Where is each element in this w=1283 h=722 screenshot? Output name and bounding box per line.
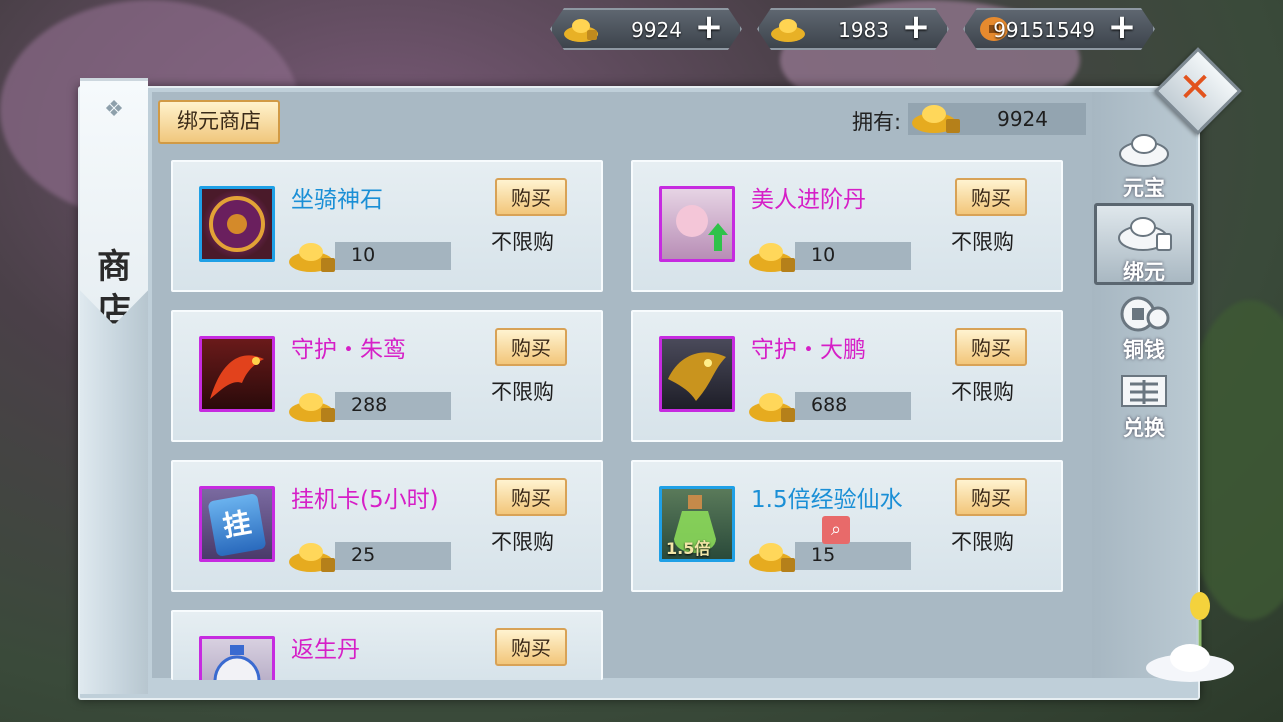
owned-balance: 9924 — [908, 103, 1086, 135]
buy-button[interactable]: 购买 — [495, 328, 567, 366]
item-name: 坐骑神石 — [291, 187, 383, 213]
bound-ingot-icon — [749, 393, 795, 422]
buy-button[interactable]: 购买 — [955, 328, 1027, 366]
purchase-limit: 不限购 — [951, 380, 1014, 404]
side-tab-copper-coin[interactable]: 铜钱 — [1094, 292, 1194, 362]
roc-icon[interactable] — [659, 336, 735, 412]
exchange-icon — [1121, 375, 1167, 407]
shop-item-card: 坐骑神石 购买 不限购 10 — [171, 160, 603, 292]
side-tab-label: 绑元 — [1123, 260, 1165, 284]
bound-ingot-icon — [749, 243, 795, 272]
item-name: 返生丹 — [291, 637, 360, 663]
shop-title-char: 商 — [97, 247, 131, 287]
gold-ingot-icon — [1119, 134, 1169, 167]
close-icon[interactable]: ✕ — [1175, 66, 1215, 110]
exp-potion-icon[interactable]: 1.5倍 — [659, 486, 735, 562]
bound-ingot-icon — [289, 543, 335, 572]
bound-ingot-icon — [749, 543, 795, 572]
owned-value: 9924 — [997, 107, 1048, 131]
bound-ingot-icon — [289, 393, 335, 422]
item-name: 挂机卡(5小时) — [291, 487, 439, 513]
copper-coin-icon — [1120, 296, 1170, 332]
search-icon[interactable]: ⌕ — [822, 516, 850, 544]
mount-stone-icon[interactable] — [199, 186, 275, 262]
purchase-limit: 不限购 — [951, 230, 1014, 254]
buy-button[interactable]: 购买 — [955, 178, 1027, 216]
add-currency-button[interactable]: + — [901, 13, 931, 43]
item-price: 25 — [351, 544, 376, 566]
currency-gold-ingot: 1983 + — [757, 8, 949, 50]
item-name: 守护・朱鸾 — [291, 337, 406, 363]
own-label: 拥有: — [852, 110, 902, 134]
revive-pill-icon[interactable] — [199, 636, 275, 680]
item-name: 守护・大鹏 — [751, 337, 866, 363]
potion-multiplier-label: 1.5倍 — [666, 539, 711, 558]
shop-item-card: 挂 挂机卡(5小时) 购买 不限购 25 — [171, 460, 603, 592]
item-name: 美人进阶丹 — [751, 187, 866, 213]
purchase-limit: 不限购 — [491, 380, 554, 404]
buy-button[interactable]: 购买 — [955, 478, 1027, 516]
item-price: 288 — [351, 394, 388, 416]
currency-value: 1983 — [838, 18, 889, 42]
item-name: 1.5倍经验仙水 — [751, 487, 903, 513]
bound-ingot-icon — [912, 105, 960, 133]
afk-card-icon[interactable]: 挂 — [199, 486, 275, 562]
bound-ingot-icon — [1118, 217, 1172, 251]
buy-button[interactable]: 购买 — [495, 478, 567, 516]
beauty-pill-icon[interactable] — [659, 186, 735, 262]
add-currency-button[interactable]: + — [694, 13, 724, 43]
currency-value: 9924 — [631, 18, 682, 42]
add-currency-button[interactable]: + — [1107, 13, 1137, 43]
side-tab-label: 兑换 — [1123, 416, 1165, 440]
shop-item-card: 美人进阶丹 购买 不限购 10 — [631, 160, 1063, 292]
side-tab-bound-ingot[interactable]: 绑元 — [1094, 203, 1194, 285]
purchase-limit: 不限购 — [951, 530, 1014, 554]
side-tab-exchange[interactable]: 兑换 — [1094, 370, 1194, 440]
bound-ingot-icon — [562, 14, 600, 44]
item-price: 10 — [351, 244, 376, 266]
lotus-decoration-icon — [1146, 592, 1234, 682]
shop-item-card: 返生丹 购买 — [171, 610, 603, 680]
currency-copper-coin: 99151549 + — [963, 8, 1155, 50]
tab-bound-ingot-shop[interactable]: 绑元商店 — [158, 100, 280, 144]
currency-value: 99151549 — [993, 18, 1095, 42]
item-price: 688 — [811, 394, 848, 416]
phoenix-icon[interactable] — [199, 336, 275, 412]
side-tab-label: 元宝 — [1123, 176, 1165, 200]
purchase-limit: 不限购 — [491, 530, 554, 554]
knot-ornament-icon: ❖ — [104, 97, 124, 122]
afk-card-label: 挂 — [207, 493, 267, 557]
bound-ingot-icon — [289, 243, 335, 272]
buy-button[interactable]: 购买 — [495, 178, 567, 216]
currency-bound-ingot: 9924 + — [550, 8, 742, 50]
gold-ingot-icon — [769, 14, 807, 44]
shop-title-banner: ❖ 商 店 — [80, 78, 148, 325]
side-tab-gold-ingot[interactable]: 元宝 — [1094, 124, 1194, 200]
item-price: 15 — [811, 544, 836, 566]
purchase-limit: 不限购 — [491, 230, 554, 254]
shop-item-card: 守护・大鹏 购买 不限购 688 — [631, 310, 1063, 442]
shop-item-card: 守护・朱鸾 购买 不限购 288 — [171, 310, 603, 442]
item-price: 10 — [811, 244, 836, 266]
buy-button[interactable]: 购买 — [495, 628, 567, 666]
side-tab-label: 铜钱 — [1123, 338, 1165, 362]
